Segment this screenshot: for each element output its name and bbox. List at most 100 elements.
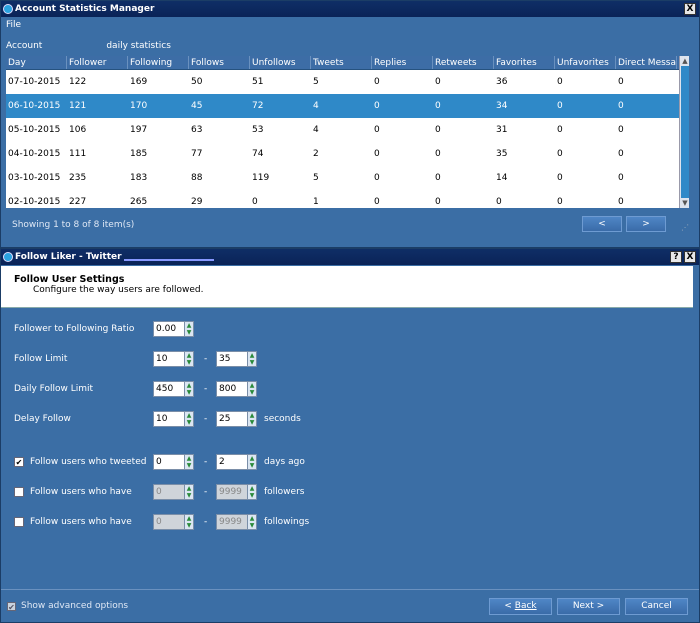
spin-arrows[interactable]: ▲ ▼: [247, 412, 256, 426]
table-cell: 0: [618, 149, 624, 159]
resize-grip-icon[interactable]: ⋰: [681, 223, 691, 233]
column-header[interactable]: Unfollows: [250, 56, 311, 69]
tweeted-max-spinner[interactable]: ▲▼: [216, 454, 257, 470]
table-cell: 14: [496, 173, 508, 183]
table-row[interactable]: 03-10-2015 235 183 88 119 5 0 0 14 0 0: [6, 166, 689, 190]
followers-min-spinner[interactable]: ▲▼: [153, 484, 194, 500]
table-cell: 183: [130, 173, 148, 183]
tweeted-checkbox[interactable]: ✔: [14, 457, 24, 467]
delay-max-input[interactable]: [217, 412, 247, 426]
spin-arrows[interactable]: ▲ ▼: [184, 485, 193, 499]
table-row[interactable]: 06-10-2015 121 170 45 72 4 0 0 34 0 0: [6, 94, 689, 118]
column-header[interactable]: Favorites: [494, 56, 555, 69]
follow-limit-min-input[interactable]: [154, 352, 184, 366]
delay-unit: seconds: [264, 414, 301, 424]
ratio-spinner[interactable]: ▲▼: [153, 321, 194, 337]
close-button[interactable]: X: [684, 251, 696, 263]
table-cell: 0: [435, 173, 441, 183]
column-header[interactable]: Replies: [372, 56, 433, 69]
table-cell: 04-10-2015: [8, 149, 61, 159]
vertical-scrollbar[interactable]: ▲ ▼: [679, 56, 689, 208]
cancel-button[interactable]: Cancel: [625, 598, 688, 615]
column-header[interactable]: Follower: [67, 56, 128, 69]
follow-limit-max-input[interactable]: [217, 352, 247, 366]
spin-arrows[interactable]: ▲ ▼: [184, 382, 193, 396]
show-advanced-row[interactable]: ✔ Show advanced options: [7, 601, 128, 612]
table-body: 07-10-2015 122 169 50 51 5 0 0 36 0 0 06-10-2015 121…: [6, 70, 689, 208]
column-header[interactable]: Retweets: [433, 56, 494, 69]
back-button[interactable]: < Back: [489, 598, 552, 615]
column-header[interactable]: Following: [128, 56, 189, 69]
scroll-thumb[interactable]: [681, 66, 689, 198]
next-button[interactable]: Next >: [557, 598, 620, 615]
table-row[interactable]: 04-10-2015 111 185 77 74 2 0 0 35 0 0: [6, 142, 689, 166]
tweeted-max-input[interactable]: [217, 455, 247, 469]
spin-arrows[interactable]: ▲ ▼: [184, 352, 193, 366]
spin-arrows[interactable]: ▲ ▼: [247, 352, 256, 366]
followers-min-input[interactable]: [154, 485, 184, 499]
close-button[interactable]: X: [684, 3, 696, 15]
followings-checkbox[interactable]: [14, 517, 24, 527]
followers-unit: followers: [264, 487, 305, 497]
app-icon: [3, 252, 13, 262]
table-cell: 0: [435, 149, 441, 159]
delay-min-spinner[interactable]: ▲▼: [153, 411, 194, 427]
daily-limit-min-spinner[interactable]: ▲▼: [153, 381, 194, 397]
window-title: Follow Liker - Twitter: [15, 252, 122, 262]
scroll-down-icon[interactable]: ▼: [681, 199, 689, 207]
daily-limit-max-spinner[interactable]: ▲▼: [216, 381, 257, 397]
next-page-button[interactable]: >: [626, 216, 666, 232]
table-row[interactable]: 02-10-2015 227 265 29 0 1 0 0 0 0 0: [6, 190, 689, 208]
scroll-up-icon[interactable]: ▲: [681, 57, 689, 65]
spin-arrows[interactable]: ▲ ▼: [184, 515, 193, 529]
prev-page-button[interactable]: <: [582, 216, 622, 232]
table-cell: 106: [69, 125, 87, 135]
followings-min-spinner[interactable]: ▲▼: [153, 514, 194, 530]
table-cell: 72: [252, 101, 264, 111]
table-cell: 5: [313, 173, 319, 183]
spin-arrows[interactable]: ▲ ▼: [184, 412, 193, 426]
followings-max-spinner[interactable]: ▲▼: [216, 514, 257, 530]
follow-limit-max-spinner[interactable]: ▲▼: [216, 351, 257, 367]
spin-arrows[interactable]: ▲ ▼: [184, 455, 193, 469]
column-header[interactable]: Tweets: [311, 56, 372, 69]
delay-max-spinner[interactable]: ▲▼: [216, 411, 257, 427]
daily-statistics-label: daily statistics: [106, 41, 171, 51]
follow-limit-min-spinner[interactable]: ▲▼: [153, 351, 194, 367]
table-cell: 4: [313, 125, 319, 135]
column-header[interactable]: Direct Messa: [616, 56, 677, 69]
spin-arrows[interactable]: ▲ ▼: [247, 455, 256, 469]
table-row[interactable]: 05-10-2015 106 197 63 53 4 0 0 31 0 0: [6, 118, 689, 142]
tweeted-min-spinner[interactable]: ▲▼: [153, 454, 194, 470]
delay-min-input[interactable]: [154, 412, 184, 426]
followers-checkbox[interactable]: [14, 487, 24, 497]
show-advanced-checkbox[interactable]: ✔: [7, 601, 16, 612]
tweeted-min-input[interactable]: [154, 455, 184, 469]
table-cell: 0: [557, 173, 563, 183]
daily-limit-min-input[interactable]: [154, 382, 184, 396]
paging-status: Showing 1 to 8 of 8 item(s): [12, 220, 135, 230]
column-header[interactable]: Follows: [189, 56, 250, 69]
followers-max-input[interactable]: [217, 485, 247, 499]
menu-bar: File: [1, 18, 699, 32]
table-row[interactable]: 07-10-2015 122 169 50 51 5 0 0 36 0 0: [6, 70, 689, 94]
title-bar: Follow Liker - Twitter ? X: [1, 249, 699, 265]
menu-file[interactable]: File: [6, 20, 21, 30]
column-header[interactable]: Day: [6, 56, 67, 69]
spin-arrows[interactable]: ▲ ▼: [247, 515, 256, 529]
column-header[interactable]: Unfavorites: [555, 56, 616, 69]
daily-limit-max-input[interactable]: [217, 382, 247, 396]
help-button[interactable]: ?: [670, 251, 682, 263]
followings-min-input[interactable]: [154, 515, 184, 529]
followings-max-input[interactable]: [217, 515, 247, 529]
divider: [1, 589, 699, 590]
spin-arrows[interactable]: ▲ ▼: [247, 485, 256, 499]
ratio-spin-arrows[interactable]: ▲ ▼: [184, 322, 193, 336]
table-cell: 0: [435, 101, 441, 111]
followers-max-spinner[interactable]: ▲▼: [216, 484, 257, 500]
table-cell: 34: [496, 101, 508, 111]
account-dropdown[interactable]: [48, 39, 100, 53]
spin-arrows[interactable]: ▲ ▼: [247, 382, 256, 396]
ratio-input[interactable]: [154, 322, 184, 336]
table-cell: 31: [496, 125, 508, 135]
